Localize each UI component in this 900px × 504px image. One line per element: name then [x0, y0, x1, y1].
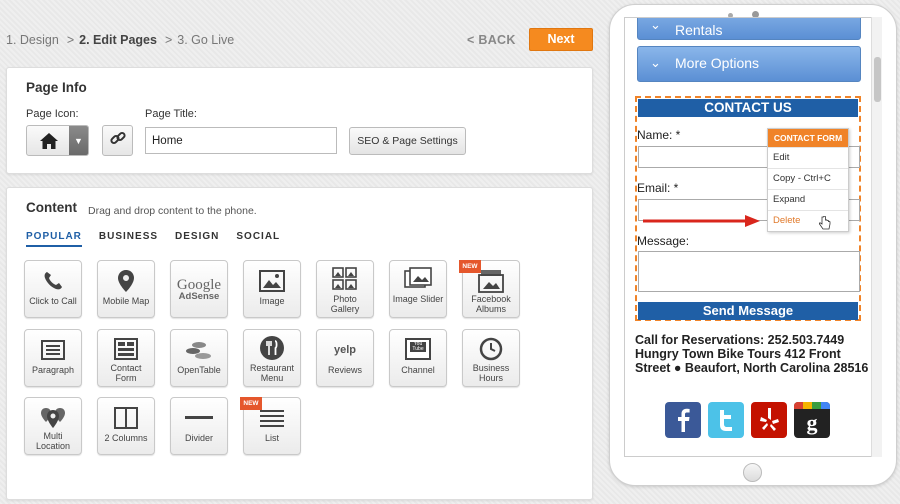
image-icon — [244, 268, 300, 294]
yelp-icon: yelp — [333, 344, 356, 356]
contact-form-block[interactable]: CONTACT US Name: * Email: * Message: Sen… — [635, 96, 861, 321]
map-pin-icon — [98, 268, 154, 294]
multi-pin-icon — [25, 404, 81, 430]
tile-image-slider[interactable]: Image Slider — [389, 260, 447, 318]
contact-form-context-menu: CONTACT FORM Edit Copy - Ctrl+C Expand D… — [767, 128, 849, 232]
tile-divider[interactable]: Divider — [170, 397, 228, 455]
tile-2-columns[interactable]: 2 Columns — [97, 397, 155, 455]
tab-social[interactable]: SOCIAL — [236, 231, 280, 247]
content-tabs: POPULAR BUSINESS DESIGN SOCIAL — [26, 231, 297, 247]
tile-facebook-albums[interactable]: NEW Facebook Albums — [459, 260, 520, 318]
menu-item-delete[interactable]: Delete — [768, 210, 848, 231]
page-title-label: Page Title: — [145, 108, 197, 120]
tile-restaurant-menu[interactable]: Restaurant Menu — [243, 329, 301, 387]
hand-cursor-icon — [818, 215, 831, 236]
tile-multi-location[interactable]: Multi Location — [24, 397, 82, 455]
svg-text:g: g — [807, 410, 818, 435]
seo-settings-button[interactable]: SEO & Page Settings — [349, 127, 466, 155]
name-field-label: Name: * — [637, 128, 681, 142]
tile-adsense[interactable]: Google AdSense — [170, 260, 228, 318]
content-title: Content — [26, 200, 77, 215]
tile-reviews[interactable]: yelp Reviews — [316, 329, 374, 387]
scrollbar-thumb[interactable] — [874, 57, 881, 102]
step-separator: > — [66, 33, 75, 47]
step-edit-pages[interactable]: 2. Edit Pages — [79, 33, 157, 47]
page-info-title: Page Info — [26, 80, 87, 95]
menu-item-edit[interactable]: Edit — [768, 147, 848, 168]
gallery-icon — [317, 266, 373, 292]
breadcrumb-steps: 1. Design >2. Edit Pages >3. Go Live — [6, 33, 237, 47]
contact-us-heading: CONTACT US — [638, 99, 858, 117]
twitter-icon[interactable] — [708, 402, 744, 438]
menu-utensils-icon — [244, 335, 300, 361]
reservations-text: Call for Reservations: 252.503.7449 Hung… — [635, 333, 869, 375]
link-icon — [109, 129, 127, 152]
tab-popular[interactable]: POPULAR — [26, 231, 82, 247]
page-title-input[interactable] — [145, 127, 337, 154]
phone-screen: ⌄ Rentals ⌄ More Options CONTACT US Name… — [624, 17, 882, 457]
send-message-button[interactable]: Send Message — [638, 302, 858, 320]
page-icon-select[interactable]: ▼ — [26, 125, 89, 156]
page-icon-label: Page Icon: — [26, 108, 79, 120]
more-options-button[interactable]: ⌄ More Options — [637, 46, 861, 82]
menu-item-expand[interactable]: Expand — [768, 189, 848, 210]
phone-icon — [25, 268, 81, 294]
slider-icon — [390, 266, 446, 292]
next-button[interactable]: Next — [529, 28, 593, 51]
tab-business[interactable]: BUSINESS — [99, 231, 158, 247]
rentals-button[interactable]: ⌄ Rentals — [637, 17, 861, 40]
tile-mobile-map[interactable]: Mobile Map — [97, 260, 155, 318]
content-panel: Content Drag and drop content to the pho… — [6, 187, 593, 500]
email-field-label: Email: * — [637, 181, 679, 195]
paragraph-icon — [25, 337, 81, 363]
tile-click-to-call[interactable]: Click to Call — [24, 260, 82, 318]
tile-paragraph[interactable]: Paragraph — [24, 329, 82, 387]
red-arrow-icon — [643, 214, 761, 233]
facebook-icon[interactable] — [665, 402, 701, 438]
google-plus-icon[interactable]: g — [794, 402, 830, 438]
step-separator: > — [164, 33, 173, 47]
divider-icon — [171, 405, 227, 431]
opentable-icon — [171, 337, 227, 363]
list-icon — [244, 405, 300, 431]
form-icon — [98, 336, 154, 362]
tile-list[interactable]: NEW List — [240, 397, 301, 455]
menu-item-copy[interactable]: Copy - Ctrl+C — [768, 168, 848, 189]
tile-business-hours[interactable]: Business Hours — [462, 329, 520, 387]
tile-opentable[interactable]: OpenTable — [170, 329, 228, 387]
chevron-icon: ⌄ — [650, 17, 661, 32]
content-subtitle: Drag and drop content to the phone. — [88, 205, 257, 217]
back-button[interactable]: < BACK — [467, 33, 516, 47]
facebook-albums-icon — [463, 268, 519, 294]
context-menu-header: CONTACT FORM — [768, 129, 848, 147]
tab-design[interactable]: DESIGN — [175, 231, 219, 247]
phone-scrollbar[interactable] — [871, 17, 882, 457]
step-go-live[interactable]: 3. Go Live — [177, 33, 234, 47]
link-button[interactable] — [102, 125, 133, 156]
chevron-down-icon[interactable]: ▼ — [69, 126, 88, 155]
tile-contact-form[interactable]: Contact Form — [97, 329, 155, 387]
clock-icon — [463, 336, 519, 362]
tile-image[interactable]: Image — [243, 260, 301, 318]
tile-photo-gallery[interactable]: Photo Gallery — [316, 260, 374, 318]
step-design[interactable]: 1. Design — [6, 33, 59, 47]
tile-channel[interactable]: You Tube Channel — [389, 329, 447, 387]
message-field-label: Message: — [637, 234, 690, 248]
page-info-panel: Page Info Page Icon: Page Title: ▼ SEO &… — [6, 67, 593, 174]
chevron-down-icon: ⌄ — [650, 55, 661, 70]
phone-home-button — [743, 463, 762, 482]
columns-icon — [98, 405, 154, 431]
youtube-channel-icon: You Tube — [390, 336, 446, 362]
yelp-icon[interactable] — [751, 402, 787, 438]
home-icon — [27, 126, 70, 155]
message-field[interactable] — [638, 251, 860, 292]
